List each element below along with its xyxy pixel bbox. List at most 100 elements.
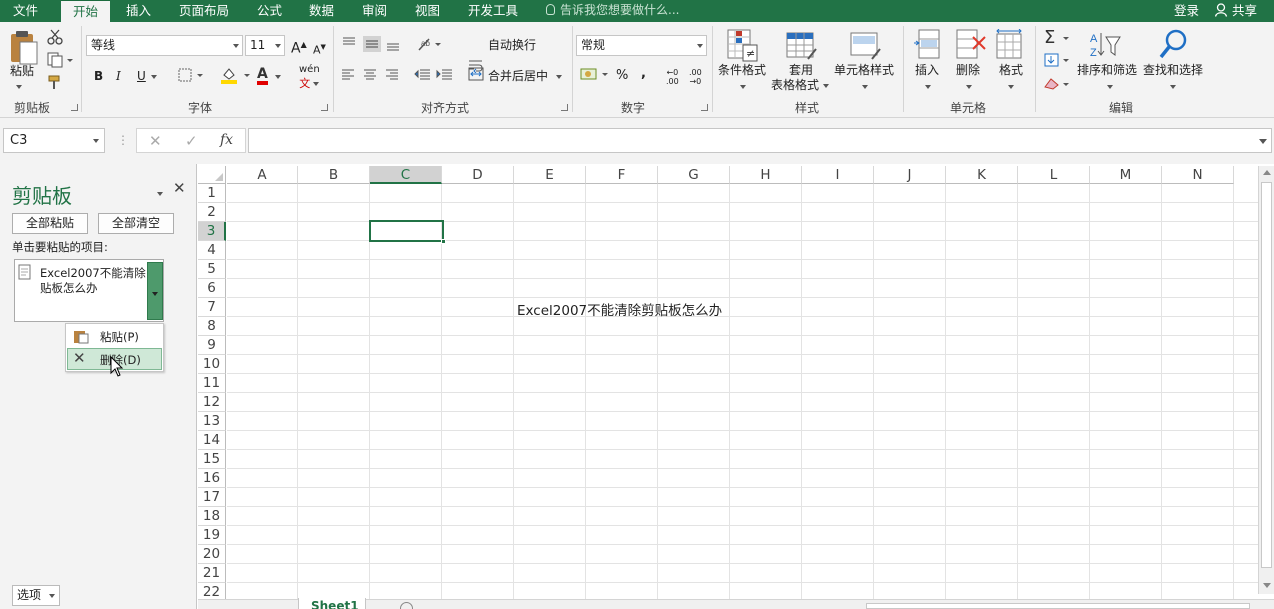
close-pane-icon[interactable]: ✕	[173, 179, 186, 197]
find-select-dropdown[interactable]	[1170, 79, 1176, 93]
row-header-3[interactable]: 3	[198, 222, 226, 241]
merge-center-icon[interactable]	[468, 67, 484, 81]
format-painter-icon[interactable]	[47, 74, 65, 90]
insert-function-button[interactable]: fx	[220, 132, 233, 148]
percent-button[interactable]: %	[616, 69, 628, 83]
name-box[interactable]: C3	[3, 128, 105, 153]
tab-developer[interactable]: 开发工具	[468, 0, 518, 22]
row-header-6[interactable]: 6	[198, 279, 226, 298]
column-header-a[interactable]: A	[227, 166, 298, 184]
conditional-format-dropdown[interactable]	[740, 79, 746, 93]
conditional-format-icon[interactable]: ≠	[727, 29, 759, 63]
merge-center-button[interactable]: 合并后居中	[488, 69, 548, 83]
find-select-icon[interactable]	[1158, 29, 1190, 61]
underline-dropdown[interactable]	[151, 69, 157, 83]
insert-cells-button[interactable]: 插入	[915, 63, 939, 77]
column-header-j[interactable]: J	[874, 166, 946, 184]
share-button[interactable]: 共享	[1214, 0, 1257, 21]
row-header-21[interactable]: 21	[198, 564, 226, 583]
row-header-2[interactable]: 2	[198, 203, 226, 222]
column-header-b[interactable]: B	[298, 166, 370, 184]
menu-paste-item[interactable]: 粘贴(P)	[67, 325, 162, 347]
column-header-c[interactable]: C	[370, 166, 442, 184]
row-header-8[interactable]: 8	[198, 317, 226, 336]
grow-font-button[interactable]: A▲	[291, 38, 307, 56]
wrap-text-button[interactable]: 自动换行	[488, 38, 536, 52]
insert-cells-icon[interactable]	[913, 29, 941, 61]
row-header-12[interactable]: 12	[198, 393, 226, 412]
row-header-14[interactable]: 14	[198, 431, 226, 450]
column-header-f[interactable]: F	[586, 166, 658, 184]
delete-cells-icon[interactable]	[955, 29, 987, 61]
cell-styles-icon[interactable]	[850, 29, 882, 63]
number-format-dropdown[interactable]: 常规	[576, 35, 707, 56]
horizontal-align-icons[interactable]	[341, 68, 401, 82]
insert-cells-dropdown[interactable]	[925, 79, 931, 93]
row-header-11[interactable]: 11	[198, 374, 226, 393]
paste-dropdown[interactable]	[16, 79, 22, 93]
tell-me-search[interactable]: 告诉我您想要做什么...	[546, 0, 679, 22]
delete-cells-button[interactable]: 删除	[956, 63, 980, 77]
format-as-table-button[interactable]: 表格格式	[771, 78, 829, 92]
number-launcher[interactable]	[701, 104, 708, 111]
comma-button[interactable]: ,	[641, 67, 646, 81]
indent-icons[interactable]	[414, 68, 456, 82]
clipboard-item-dropdown[interactable]	[147, 262, 163, 320]
row-header-10[interactable]: 10	[198, 355, 226, 374]
horizontal-scrollbar[interactable]	[866, 603, 1250, 609]
orientation-icon[interactable]: ab	[417, 36, 443, 52]
clear-all-button[interactable]: 全部清空	[98, 213, 174, 234]
shrink-font-button[interactable]: A▼	[313, 40, 326, 58]
conditional-format-button[interactable]: 条件格式	[718, 63, 766, 77]
login-link[interactable]: 登录	[1174, 0, 1199, 21]
row-header-19[interactable]: 19	[198, 526, 226, 545]
clipboard-launcher[interactable]	[71, 104, 78, 111]
sort-filter-icon[interactable]: AZ	[1088, 29, 1122, 61]
column-header-g[interactable]: G	[658, 166, 730, 184]
font-size-dropdown[interactable]: 11	[245, 35, 285, 56]
row-header-15[interactable]: 15	[198, 450, 226, 469]
border-icon[interactable]	[178, 68, 204, 83]
tab-file[interactable]: 文件	[13, 0, 38, 22]
phonetic-button[interactable]: wén 文	[299, 63, 320, 92]
tab-data[interactable]: 数据	[309, 0, 334, 22]
increase-decimal-button[interactable]: ←0.00	[666, 68, 679, 86]
format-cells-dropdown[interactable]	[1008, 79, 1014, 93]
tab-home[interactable]: 开始	[61, 0, 110, 22]
paste-icon[interactable]	[9, 30, 39, 66]
row-header-9[interactable]: 9	[198, 336, 226, 355]
format-cells-icon[interactable]	[995, 29, 1025, 61]
row-header-5[interactable]: 5	[198, 260, 226, 279]
sort-filter-button[interactable]: 排序和筛选	[1077, 63, 1137, 77]
italic-button[interactable]: I	[116, 69, 121, 83]
paste-all-button[interactable]: 全部粘贴	[12, 213, 88, 234]
font-launcher[interactable]	[321, 104, 328, 111]
column-header-h[interactable]: H	[730, 166, 802, 184]
row-header-16[interactable]: 16	[198, 469, 226, 488]
worksheet-grid[interactable]	[198, 164, 1274, 609]
format-cells-button[interactable]: 格式	[999, 63, 1023, 77]
cancel-entry-icon[interactable]: ✕	[149, 132, 162, 150]
row-header-1[interactable]: 1	[198, 184, 226, 203]
sheet-tab-sheet1[interactable]: Sheet1	[298, 598, 366, 609]
row-header-17[interactable]: 17	[198, 488, 226, 507]
formula-input[interactable]	[248, 128, 1272, 153]
font-name-dropdown[interactable]: 等线	[86, 35, 243, 56]
copy-icon[interactable]	[47, 52, 73, 68]
vertical-scrollbar[interactable]	[1258, 166, 1274, 594]
add-sheet-icon[interactable]	[400, 602, 413, 609]
currency-icon[interactable]	[580, 67, 610, 83]
format-as-table-icon[interactable]	[786, 29, 818, 63]
pane-options-button[interactable]: 选项	[12, 585, 60, 606]
column-header-n[interactable]: N	[1162, 166, 1234, 184]
row-header-18[interactable]: 18	[198, 507, 226, 526]
underline-button[interactable]: U	[137, 69, 146, 83]
active-cell-c3[interactable]	[369, 220, 446, 244]
confirm-entry-icon[interactable]: ✓	[185, 132, 198, 150]
decrease-decimal-button[interactable]: .00 →0	[689, 68, 702, 86]
tab-formulas[interactable]: 公式	[257, 0, 282, 22]
row-header-13[interactable]: 13	[198, 412, 226, 431]
column-header-i[interactable]: I	[802, 166, 874, 184]
row-header-20[interactable]: 20	[198, 545, 226, 564]
merge-center-dropdown[interactable]	[556, 69, 562, 83]
